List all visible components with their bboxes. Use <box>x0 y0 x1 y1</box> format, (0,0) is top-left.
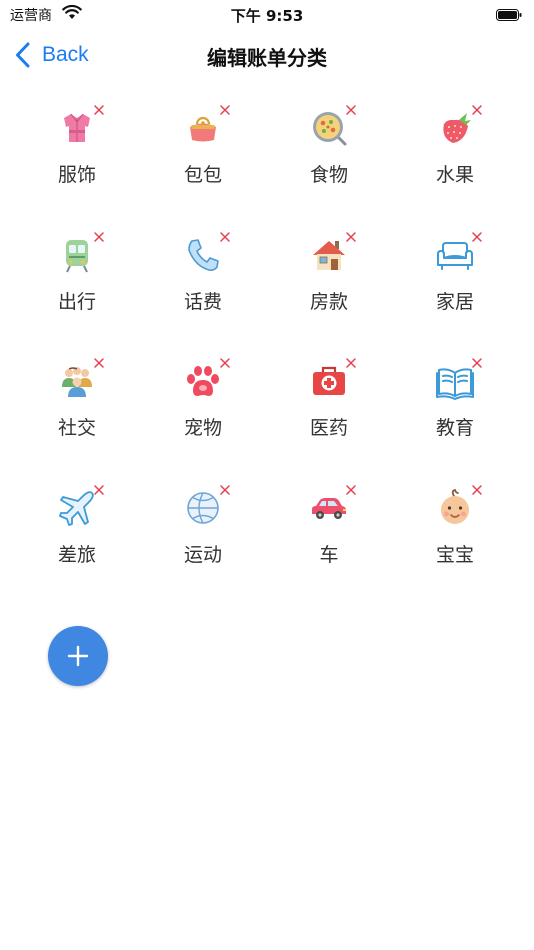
category-label: 房款 <box>309 290 348 313</box>
navigation-bar: Back 编辑账单分类 <box>0 28 534 82</box>
category-item[interactable]: 社交 <box>14 353 140 480</box>
first-aid-icon <box>309 361 349 401</box>
food-plate-icon <box>309 108 349 148</box>
category-item[interactable]: 话费 <box>140 227 266 354</box>
category-item[interactable]: 出行 <box>14 227 140 354</box>
category-label: 宝宝 <box>435 543 474 566</box>
category-item[interactable]: 医药 <box>266 353 392 480</box>
delete-icon[interactable] <box>346 484 356 495</box>
delete-icon[interactable] <box>346 231 356 242</box>
delete-icon[interactable] <box>94 231 104 242</box>
clothing-icon <box>57 108 97 148</box>
book-icon <box>435 361 475 401</box>
category-item[interactable]: 教育 <box>392 353 518 480</box>
category-item[interactable]: 运动 <box>140 480 266 607</box>
category-item[interactable]: 服饰 <box>14 100 140 227</box>
category-item[interactable]: 水果 <box>392 100 518 227</box>
car-icon <box>309 488 349 528</box>
category-label: 车 <box>319 543 339 566</box>
sofa-icon <box>435 235 475 275</box>
category-label: 医药 <box>309 417 348 439</box>
phone-icon <box>183 235 223 275</box>
category-label: 运动 <box>183 543 222 566</box>
category-item[interactable]: 车 <box>266 480 392 607</box>
category-item[interactable]: 包包 <box>140 100 266 227</box>
category-item[interactable]: 家居 <box>392 227 518 354</box>
delete-icon[interactable] <box>220 358 230 368</box>
category-label: 水果 <box>435 164 474 186</box>
delete-icon[interactable] <box>94 358 104 368</box>
add-category-button[interactable] <box>48 626 108 686</box>
delete-icon[interactable] <box>472 231 482 242</box>
paw-icon <box>183 361 223 401</box>
strawberry-icon <box>435 108 475 148</box>
battery-icon <box>496 6 522 21</box>
delete-icon[interactable] <box>346 105 356 115</box>
page-title: 编辑账单分类 <box>207 46 327 70</box>
delete-icon[interactable] <box>220 484 230 495</box>
people-icon <box>57 361 97 401</box>
baby-icon <box>435 488 475 528</box>
delete-icon[interactable] <box>94 484 104 495</box>
house-icon <box>309 235 349 275</box>
delete-icon[interactable] <box>94 105 104 115</box>
delete-icon[interactable] <box>220 231 230 242</box>
category-item[interactable]: 食物 <box>266 100 392 227</box>
category-label: 家居 <box>435 290 474 313</box>
ball-icon <box>183 488 223 528</box>
category-item[interactable]: 宠物 <box>140 353 266 480</box>
delete-icon[interactable] <box>472 105 482 115</box>
category-label: 包包 <box>183 164 222 186</box>
airplane-icon <box>57 488 97 528</box>
delete-icon[interactable] <box>472 484 482 495</box>
category-label: 差旅 <box>57 543 96 566</box>
category-label: 话费 <box>183 290 222 313</box>
category-item[interactable]: 宝宝 <box>392 480 518 607</box>
purse-icon <box>183 108 223 148</box>
category-label: 服饰 <box>57 164 96 186</box>
category-label: 出行 <box>57 290 96 313</box>
status-bar: 运营商 下午 9:53 <box>0 0 534 28</box>
category-item[interactable]: 差旅 <box>14 480 140 607</box>
delete-icon[interactable] <box>346 358 356 368</box>
category-label: 社交 <box>57 417 96 439</box>
status-time: 下午 9:53 <box>230 7 304 25</box>
delete-icon[interactable] <box>220 105 230 115</box>
category-label: 教育 <box>435 417 474 439</box>
category-item[interactable]: 房款 <box>266 227 392 354</box>
category-label: 食物 <box>309 164 348 186</box>
category-label: 宠物 <box>183 417 222 439</box>
plus-icon <box>67 645 89 667</box>
category-grid: 服饰 包包 食物 水果 出行 话费 房款 家居 社交 宠物 医药 教育 差旅 运… <box>14 100 518 606</box>
delete-icon[interactable] <box>472 358 482 368</box>
train-icon <box>57 235 97 275</box>
